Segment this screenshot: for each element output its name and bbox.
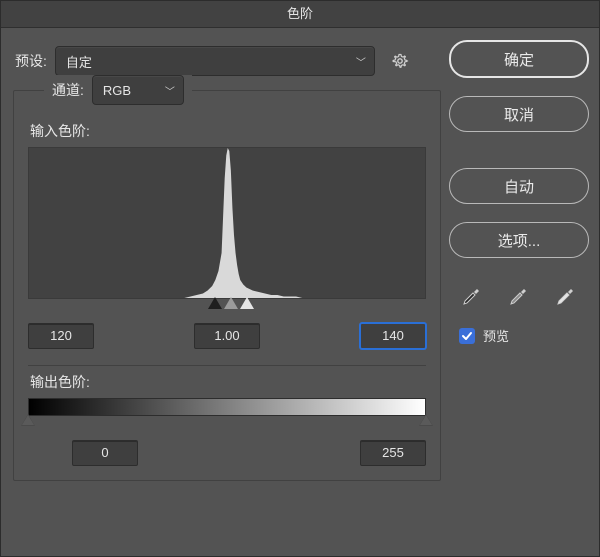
chevron-down-icon: ﹀ xyxy=(356,54,366,69)
input-black-field[interactable]: 120 xyxy=(28,323,94,349)
check-icon xyxy=(461,330,473,342)
input-black-slider[interactable] xyxy=(208,297,222,309)
input-gamma-field[interactable]: 1.00 xyxy=(194,323,260,349)
input-values-row: 120 1.00 140 xyxy=(28,323,426,349)
output-slider-track[interactable] xyxy=(28,414,426,430)
input-slider-track[interactable] xyxy=(28,297,426,313)
channel-select-value: RGB xyxy=(103,83,131,98)
auto-button[interactable]: 自动 xyxy=(449,168,589,204)
output-black-field[interactable]: 0 xyxy=(72,440,138,466)
output-black-slider[interactable] xyxy=(21,414,35,426)
eyedropper-white[interactable] xyxy=(552,280,580,308)
eyedropper-row xyxy=(449,280,589,308)
cancel-button[interactable]: 取消 xyxy=(449,96,589,132)
histogram xyxy=(28,147,426,299)
preview-row: 预览 xyxy=(459,326,589,345)
eyedropper-black[interactable] xyxy=(458,280,486,308)
options-button[interactable]: 选项... xyxy=(449,222,589,258)
preset-select[interactable]: 自定 ﹀ xyxy=(55,46,375,76)
input-white-field[interactable]: 140 xyxy=(360,323,426,349)
dialog-body: 预设: 自定 ﹀ xyxy=(1,28,599,557)
right-column: 确定 取消 自动 选项... xyxy=(443,36,589,547)
output-white-field[interactable]: 255 xyxy=(360,440,426,466)
eyedropper-icon xyxy=(461,283,483,305)
levels-fieldset: 通道: RGB ﹀ 输入色阶: xyxy=(13,90,441,481)
output-levels-label: 输出色阶: xyxy=(30,372,426,392)
preset-label: 预设: xyxy=(15,51,47,71)
eyedropper-icon xyxy=(555,283,577,305)
histogram-svg xyxy=(29,148,425,298)
divider xyxy=(28,365,426,366)
left-column: 预设: 自定 ﹀ xyxy=(11,36,443,547)
gear-icon xyxy=(391,51,411,71)
channel-label: 通道: xyxy=(52,80,84,100)
channel-row: 通道: RGB ﹀ xyxy=(44,75,192,105)
eyedropper-icon xyxy=(508,283,530,305)
output-white-slider[interactable] xyxy=(419,414,433,426)
preset-row: 预设: 自定 ﹀ xyxy=(15,46,443,76)
eyedropper-gray[interactable] xyxy=(505,280,533,308)
preset-menu-button[interactable] xyxy=(391,51,411,71)
preview-checkbox[interactable] xyxy=(459,328,475,344)
preview-label: 预览 xyxy=(483,326,509,345)
levels-dialog: 色阶 预设: 自定 ﹀ xyxy=(0,0,600,557)
preset-select-value: 自定 xyxy=(66,52,92,71)
chevron-down-icon: ﹀ xyxy=(165,83,175,98)
output-values-row: 0 255 xyxy=(28,440,426,466)
input-gamma-slider[interactable] xyxy=(224,297,238,309)
dialog-title: 色阶 xyxy=(1,1,599,28)
channel-select[interactable]: RGB ﹀ xyxy=(92,75,184,105)
input-levels-label: 输入色阶: xyxy=(30,121,426,141)
ok-button[interactable]: 确定 xyxy=(449,40,589,78)
input-white-slider[interactable] xyxy=(240,297,254,309)
